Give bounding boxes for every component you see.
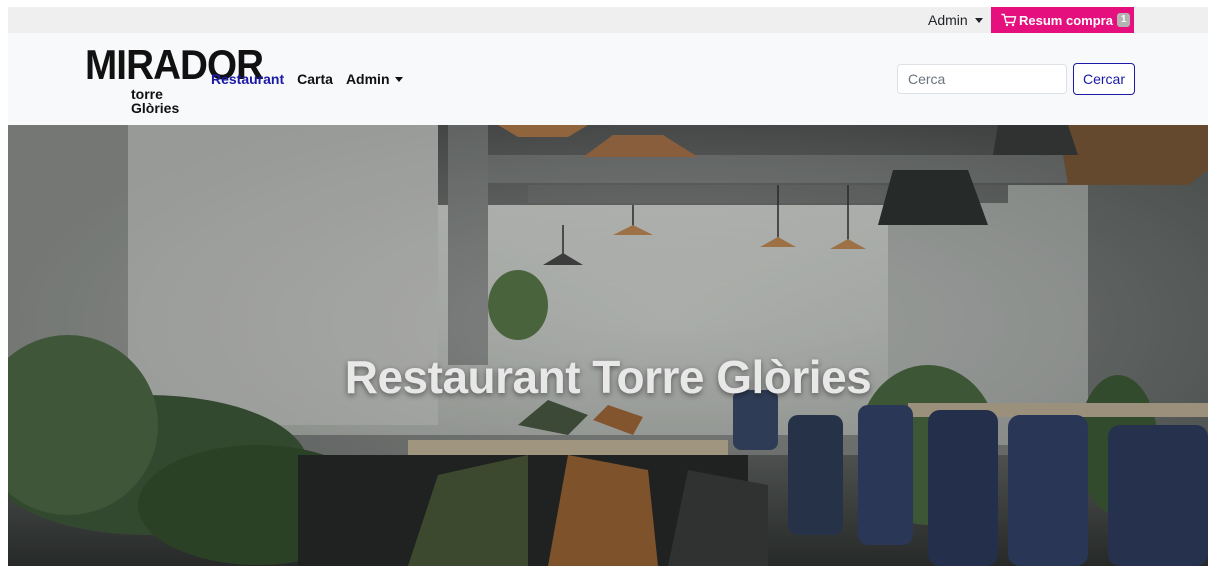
page: Admin Resum compra 1 MIRADOR torre Glòri… — [0, 0, 1216, 566]
logo-line-torre: torre — [131, 86, 163, 102]
main-navbar: MIRADOR torre Glòries Restaurant Carta A… — [8, 33, 1208, 125]
caret-down-icon — [394, 77, 403, 82]
nav-link-restaurant[interactable]: Restaurant — [211, 71, 284, 87]
hero-title: Restaurant Torre Glòries — [344, 351, 872, 403]
caret-down-icon — [974, 18, 983, 23]
admin-dropdown-label: Admin — [928, 12, 968, 28]
cart-count-badge: 1 — [1116, 13, 1131, 27]
cart-summary-label: Resum compra — [1019, 12, 1113, 28]
nav-link-admin-label: Admin — [345, 71, 390, 87]
nav-link-carta[interactable]: Carta — [297, 71, 333, 87]
search-input[interactable] — [897, 64, 1067, 94]
search-button[interactable]: Cercar — [1073, 63, 1135, 95]
nav-link-admin[interactable]: Admin — [346, 71, 403, 87]
logo-line-glories: Glòries — [131, 100, 180, 116]
hero-overlay — [8, 125, 1208, 566]
nav-links: Restaurant Carta Admin — [211, 71, 416, 87]
hero-banner: Restaurant Torre Glòries — [8, 125, 1208, 566]
cart-icon — [1001, 13, 1017, 27]
mirador-logo[interactable]: MIRADOR torre Glòries — [85, 43, 264, 118]
admin-dropdown-top[interactable]: Admin — [928, 7, 983, 33]
cart-summary-button[interactable]: Resum compra 1 — [991, 7, 1134, 33]
top-utility-bar: Admin Resum compra 1 — [8, 7, 1208, 33]
